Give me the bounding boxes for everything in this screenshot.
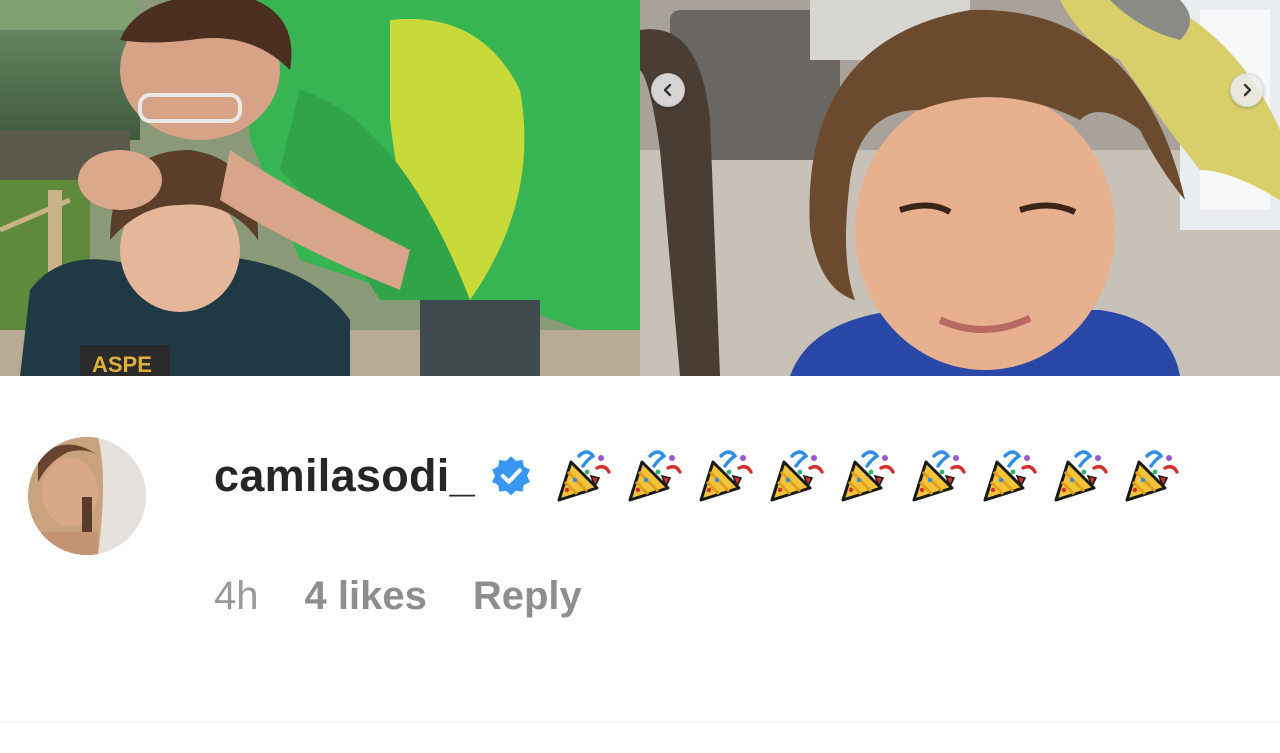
party-popper-icon (553, 446, 613, 506)
post-photos: ASPE (0, 0, 1280, 376)
carousel-prev-button[interactable] (651, 73, 685, 107)
avatar[interactable] (28, 437, 146, 555)
verified-badge-icon (492, 456, 530, 496)
comment: camilasodi_ 🎉🎉🎉🎉🎉🎉🎉🎉🎉 4h 4 likes Reply (0, 376, 1280, 753)
chevron-right-icon (1243, 83, 1252, 97)
photo-child-with-bird[interactable] (640, 0, 1280, 376)
carousel-next-button[interactable] (1230, 73, 1264, 107)
party-popper-icon (695, 446, 755, 506)
comment-emoji-text: 🎉🎉🎉🎉🎉🎉🎉🎉🎉 (553, 446, 1181, 506)
party-popper-icon (624, 446, 684, 506)
username-link[interactable]: camilasodi_ (214, 446, 475, 506)
party-popper-icon (1121, 446, 1181, 506)
party-popper-icon (766, 446, 826, 506)
reply-button[interactable]: Reply (473, 572, 582, 620)
party-popper-icon (837, 446, 897, 506)
comment-meta: 4h 4 likes Reply (214, 572, 582, 620)
party-popper-icon (1050, 446, 1110, 506)
comment-likes-count[interactable]: 4 likes (305, 572, 427, 620)
svg-text:ASPE: ASPE (92, 352, 152, 376)
party-popper-icon (979, 446, 1039, 506)
divider (0, 722, 1280, 723)
party-popper-icon (908, 446, 968, 506)
chevron-left-icon (663, 83, 672, 97)
comment-text-line: camilasodi_ 🎉🎉🎉🎉🎉🎉🎉🎉🎉 (214, 446, 1181, 506)
comment-timestamp[interactable]: 4h (214, 572, 259, 620)
photo-mother-and-child[interactable]: ASPE (0, 0, 640, 376)
